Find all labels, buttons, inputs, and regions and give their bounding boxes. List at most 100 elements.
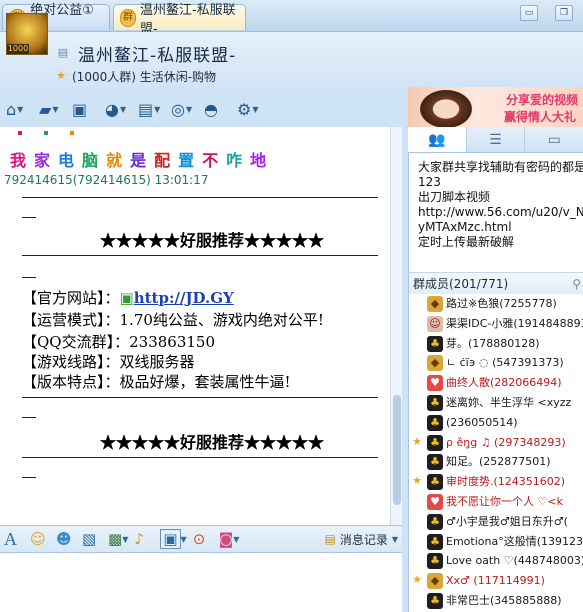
member-avatar-icon: ♥	[427, 375, 443, 392]
group-icon: 群	[120, 8, 136, 27]
member-avatar-icon: ☺	[427, 315, 443, 332]
chevron-down-icon: ▼	[233, 534, 240, 544]
badge-slot	[411, 554, 423, 566]
badge-slot	[411, 297, 423, 309]
member-item[interactable]: ♣ 迷离妳、半生浮华 <xyzz	[409, 393, 583, 413]
member-name: (236050514)	[446, 415, 518, 429]
minimize-icon[interactable]: ▭	[520, 5, 538, 21]
banner-bottom: ★★★★★好服推荐★★★★★	[100, 433, 325, 452]
ad-line-1: 分享爱的视频	[506, 93, 579, 107]
chat-history[interactable]: 我家电脑就是配置不咋地 792414615(792414615) 13:01:1…	[0, 127, 402, 525]
emoji-button[interactable]: ☺	[30, 528, 50, 550]
member-item[interactable]: ♣ 非常巴士(345885888)	[409, 591, 583, 611]
message-sender: 792414615(792414615) 13:01:17	[4, 173, 209, 187]
mask-icon: ◙	[218, 530, 234, 548]
chat-scrollbar[interactable]	[390, 127, 402, 525]
divider	[22, 457, 378, 458]
ad-banner[interactable]: 分享爱的视频 赢得情人大礼	[408, 87, 583, 127]
shake-button[interactable]: ▧	[82, 528, 102, 550]
badge-slot	[411, 317, 423, 329]
badge-slot	[411, 495, 423, 507]
info-line-qq-group: 【QQ交流群】：233863150	[22, 333, 216, 351]
badge-slot	[411, 396, 423, 408]
image-button[interactable]: ▩ ▼	[108, 528, 128, 550]
group-notice: 大家群共享找辅助有密码的都是 123 出刀脚本视频 http://www.56.…	[418, 160, 583, 250]
chevron-down-icon: ▼	[185, 104, 193, 114]
member-item[interactable]: ♣ 知足。(252877501)	[409, 452, 583, 472]
member-item[interactable]: ♣ ♂小宇是我♂姐日东升♂(	[409, 512, 583, 532]
group-toolbar: ⌂ ▼ ▰ ▼ ▣ ◕ ▼ ▤ ▼ ◎ ▼ ◓ ⚙ ▼	[0, 92, 408, 126]
website-link[interactable]: http://JD.GY	[134, 289, 234, 307]
history-icon: ▤	[324, 532, 336, 546]
member-name: ♂小宇是我♂姐日东升♂(	[446, 514, 568, 528]
promo-char: 不	[202, 151, 221, 170]
mask-button[interactable]: ◙ ▼	[219, 528, 240, 550]
tab-more[interactable]: ▭	[525, 127, 583, 152]
side-panel-tabs: 👥 ☰ ▭	[408, 127, 583, 153]
magic-emoji-button[interactable]: ☻	[56, 528, 76, 550]
save-button[interactable]: ▣	[72, 96, 100, 122]
notice-line: 出刀脚本视频	[418, 190, 491, 204]
voice-button[interactable]: ◓	[204, 96, 232, 122]
notes-button[interactable]: ▤ ▼	[138, 96, 166, 122]
divider	[22, 397, 378, 398]
settings-button[interactable]: ⚙ ▼	[237, 96, 265, 122]
member-item[interactable]: ◆ 路过※色狼(7255778)	[409, 294, 583, 314]
chevron-down-icon: ▼	[122, 534, 129, 544]
member-item[interactable]: ★ ◆ Xx♂ (117114991)	[409, 571, 583, 591]
message-input[interactable]	[0, 553, 402, 612]
member-item[interactable]: ◆ ㄴ ċï϶ ◌ (547391373)	[409, 353, 583, 373]
member-item[interactable]: ♣ 芽。(178880128)	[409, 334, 583, 354]
shake-icon: ▧	[82, 530, 97, 548]
member-item[interactable]: ☺ 渠渠IDC-小雅(1914848893)	[409, 314, 583, 334]
group-title: 温州鳌江-私服联盟-	[78, 46, 237, 66]
chevron-down-icon: ▼	[52, 104, 59, 114]
tab-group-2[interactable]: 群 温州鳌江-私服联盟-	[113, 3, 246, 37]
tab-bar: 群 绝对公益①群 群 温州鳌江-私服联盟- ▭ ❐	[0, 0, 583, 37]
screenshot-button[interactable]: ▣ ▼	[160, 528, 187, 550]
member-name: ㄴ ċï϶ ◌ (547391373)	[446, 356, 564, 370]
share-files-button[interactable]: ▰ ▼	[39, 96, 67, 122]
promo-char: 咋	[226, 151, 245, 170]
tab-list[interactable]: ☰	[467, 127, 526, 152]
star-icon: ★	[56, 69, 66, 82]
member-item[interactable]: ★ ♣ ρ ȅη̥g ♫ (297348293)	[409, 433, 583, 453]
more-icon: ▭	[547, 131, 561, 148]
member-item[interactable]: ♣ (236050514)	[409, 413, 583, 433]
member-name: 路过※色狼(7255778)	[446, 297, 557, 310]
group-avatar[interactable]: 1000	[6, 13, 48, 55]
promo-char: 脑	[82, 151, 101, 170]
admin-star-icon: ★	[412, 474, 422, 488]
member-item[interactable]: ♣ Emotiona°这般情(1391232	[409, 532, 583, 552]
group-card-icon[interactable]: ▤	[56, 46, 70, 60]
member-item[interactable]: ♥ 我不愿让你一个人 ♡<k	[409, 492, 583, 512]
list-icon: ☰	[489, 131, 502, 148]
home-button[interactable]: ⌂ ▼	[6, 96, 34, 122]
member-item[interactable]: ♣ Love oath ♡(448748003)	[409, 551, 583, 571]
search-web-button[interactable]: ⊙	[193, 528, 213, 550]
chevron-down-icon: ▼	[180, 534, 187, 544]
member-name: 审时度势.(124351602)	[446, 475, 566, 489]
chevron-down-icon: ▼	[154, 104, 161, 114]
person-icon[interactable]: ⚲	[572, 273, 581, 295]
message-history-button[interactable]: ▤ 消息记录 ▼	[324, 531, 398, 548]
member-name: 非常巴士(345885888)	[446, 594, 562, 607]
member-avatar-icon: ◆	[427, 355, 443, 372]
notice-line: yMTAxMzc.html	[418, 220, 512, 234]
member-avatar-icon: ♣	[427, 553, 443, 570]
member-item[interactable]: ♥ 曲终人散(282066494)	[409, 373, 583, 393]
chat-button[interactable]: ◕ ▼	[105, 96, 133, 122]
member-list: ◆ 路过※色狼(7255778) ☺ 渠渠IDC-小雅(1914848893) ♣ 芽。(…	[409, 294, 583, 612]
colored-message: 我家电脑就是配置不咋地	[10, 147, 274, 171]
member-item[interactable]: ★ ♣ 审时度势.(124351602)	[409, 472, 583, 492]
sogou-icon: ⊙	[192, 530, 206, 548]
promo-char: 我	[10, 151, 29, 170]
tab-members[interactable]: 👥	[408, 127, 467, 152]
music-button[interactable]: ♪	[134, 528, 154, 550]
font-button[interactable]: A	[4, 528, 24, 550]
scrollbar-thumb[interactable]	[393, 395, 401, 505]
maximize-icon[interactable]: ❐	[555, 5, 573, 21]
badge-slot	[411, 356, 423, 368]
apps-button[interactable]: ◎ ▼	[171, 96, 199, 122]
badge-slot	[411, 416, 423, 428]
